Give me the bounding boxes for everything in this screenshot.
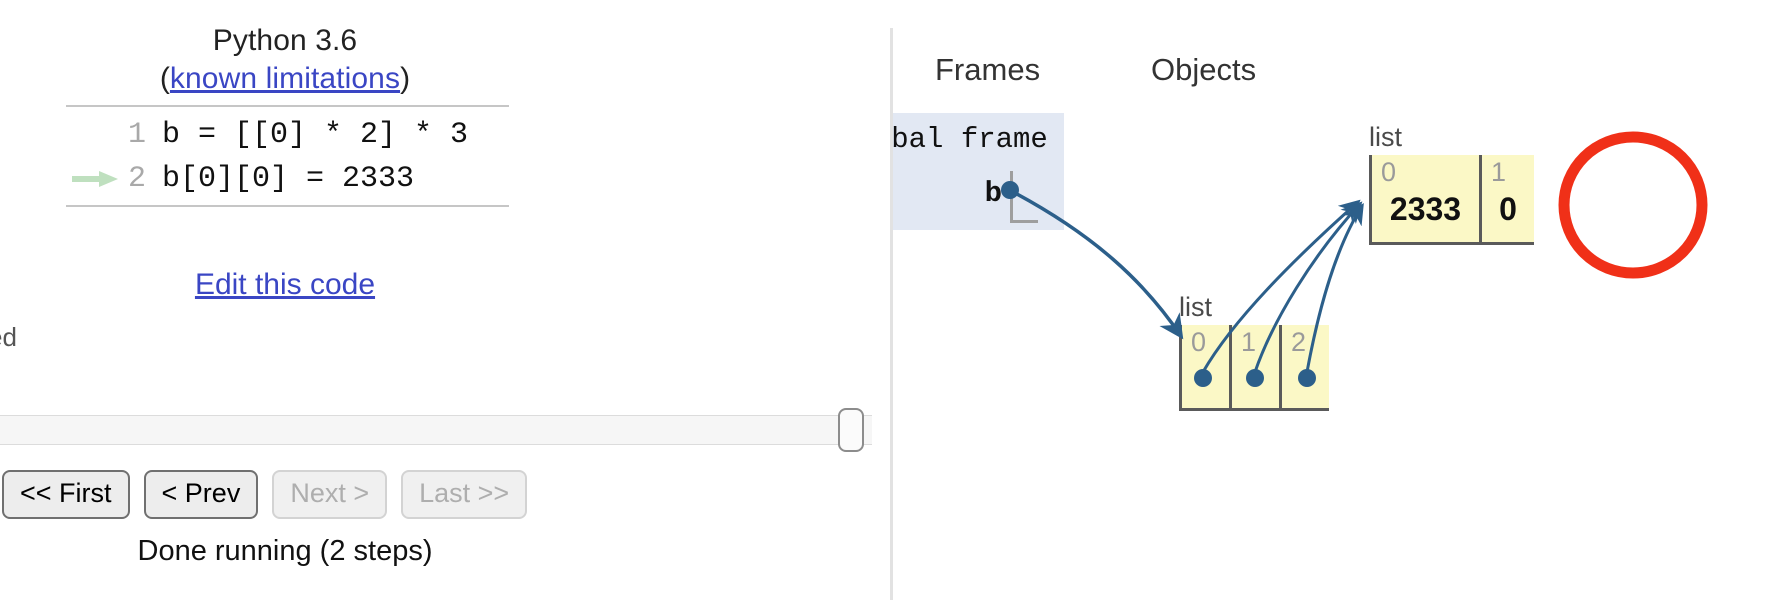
outer-list-type-label: list (1179, 292, 1212, 322)
cell-value: 0 (1499, 191, 1517, 227)
global-frame-variable-row: b (893, 171, 1068, 223)
limitations-paren-open: ( (159, 62, 170, 95)
cell-index: 1 (1241, 327, 1257, 357)
pointer-connectors (1001, 181, 1364, 387)
code-line-text: b = [[0] * 2] * 3 (162, 118, 469, 152)
list-cell: 1 0 (1479, 155, 1534, 242)
code-line-list: 1 b = [[0] * 2] * 3 2 b[0][0] = 2333 (66, 107, 509, 205)
cell-value: 2333 (1389, 191, 1462, 227)
slider-handle[interactable] (838, 408, 864, 452)
global-frame-title: Global frame (893, 123, 1048, 156)
slider-track[interactable] (0, 415, 872, 445)
inner-list-object: 0 2333 1 0 (1369, 155, 1534, 245)
frames-column-heading: Frames (935, 52, 1041, 87)
code-display: 1 b = [[0] * 2] * 3 2 b[0][0] = 2333 (66, 105, 509, 207)
python-tutor-visualizer: Python 3.6 (known limitations) 1 b = [[0… (0, 0, 1774, 614)
edit-this-code-link[interactable]: Edit this code (0, 268, 570, 302)
first-button[interactable]: << First (2, 470, 130, 519)
list-cell: 0 2333 (1369, 155, 1479, 242)
cell-index: 2 (1291, 327, 1307, 357)
known-limitations-line: (known limitations) (0, 60, 570, 98)
list-cell: 1 (1229, 325, 1279, 408)
execution-step-slider[interactable] (0, 408, 872, 452)
stdout-text-fragment: ed (0, 322, 17, 352)
variable-name-b: b (984, 177, 1002, 210)
list-cell: 2 (1279, 325, 1329, 408)
inner-list-type-label: list (1369, 122, 1402, 152)
prev-button[interactable]: < Prev (143, 470, 259, 519)
code-line[interactable]: 1 b = [[0] * 2] * 3 (66, 113, 509, 157)
limitations-paren-close: ) (400, 62, 411, 95)
last-button: Last >> (401, 470, 528, 519)
next-button: Next > (272, 470, 388, 519)
python-version-label: Python 3.6 (212, 24, 358, 57)
run-status-text: Done running (2 steps) (137, 535, 433, 567)
highlight-ellipse (1558, 131, 1708, 279)
objects-column-heading: Objects (1151, 52, 1257, 87)
step-navigation-buttons: << First < Prev Next > Last >> (2, 470, 528, 519)
red-circle-annotation (1558, 131, 1708, 279)
visualization-panel: Frames Objects Global frame b list 0 1 2… (893, 0, 1774, 614)
code-line-number: 1 (127, 118, 146, 152)
code-line-number: 2 (127, 162, 146, 196)
python-version-header: Python 3.6 (known limitations) (0, 22, 570, 98)
code-line[interactable]: 2 b[0][0] = 2333 (66, 157, 509, 201)
list-cell: 0 (1179, 325, 1229, 408)
variable-value-bracket (1010, 171, 1038, 223)
cell-index: 0 (1191, 327, 1207, 357)
code-panel: Python 3.6 (known limitations) 1 b = [[0… (0, 0, 890, 614)
code-line-text: b[0][0] = 2333 (162, 162, 415, 196)
cell-index: 0 (1381, 157, 1397, 187)
known-limitations-link[interactable]: known limitations (170, 62, 400, 95)
global-frame: Global frame b (893, 113, 1064, 230)
cell-index: 1 (1491, 157, 1507, 187)
outer-list-object: 0 1 2 (1179, 325, 1329, 411)
